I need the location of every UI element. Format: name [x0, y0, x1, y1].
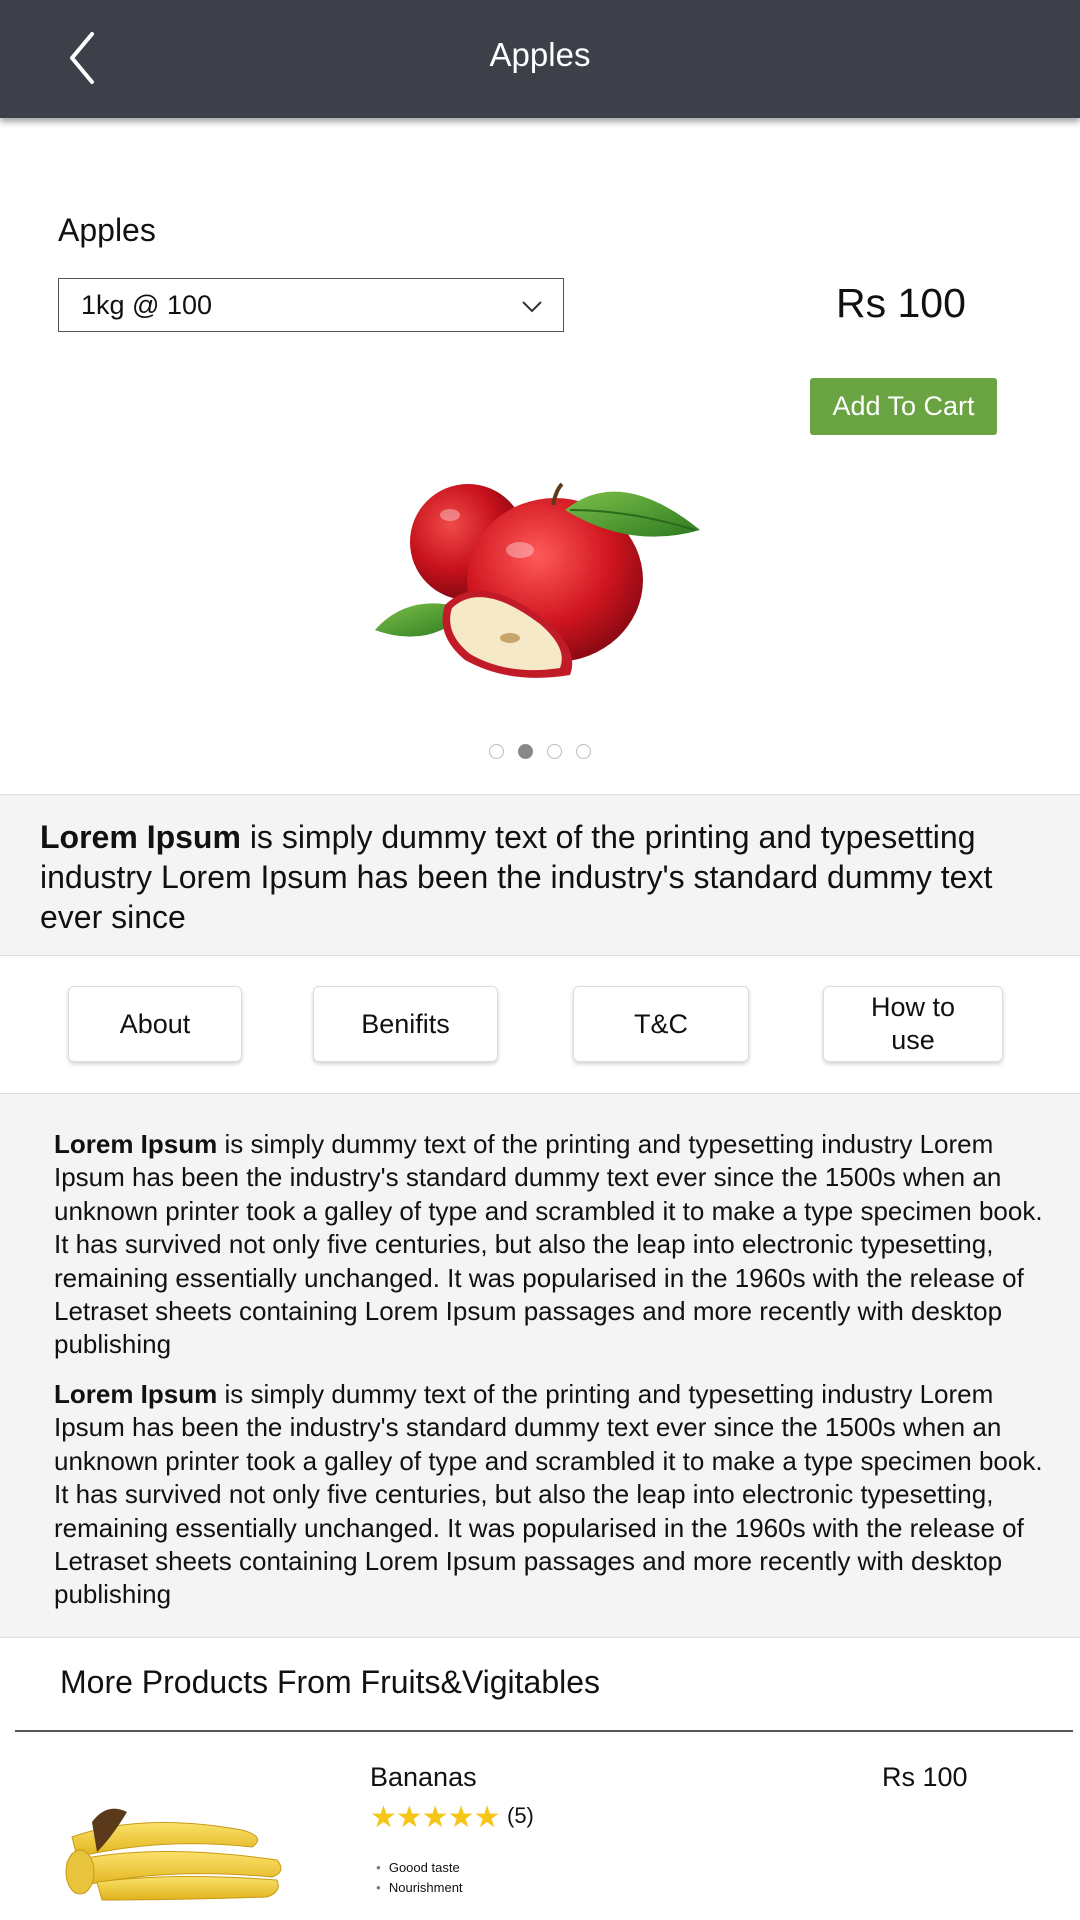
details-paragraph-1: Lorem Ipsum is simply dummy text of the …: [54, 1128, 1064, 1362]
apple-image: [375, 482, 700, 678]
star-rating-icon: ★★★★★: [370, 1801, 500, 1834]
app-header: Apples: [0, 0, 1080, 118]
tab-how-to-use[interactable]: How to use: [823, 986, 1003, 1062]
carousel-indicator: [0, 744, 1080, 764]
details-paragraph-2: Lorem Ipsum is simply dummy text of the …: [54, 1378, 1064, 1612]
add-to-cart-button[interactable]: Add To Cart: [810, 378, 997, 435]
tab-terms[interactable]: T&C: [573, 986, 749, 1062]
rating-count: (5): [507, 1803, 534, 1828]
banana-image[interactable]: [52, 1782, 292, 1902]
product-name: Apples: [58, 212, 156, 248]
divider: [15, 1730, 1073, 1732]
product-summary: Lorem Ipsum is simply dummy text of the …: [0, 794, 1080, 956]
feature-item: Nourishment: [376, 1878, 463, 1898]
details-body-1: is simply dummy text of the printing and…: [54, 1129, 1043, 1360]
quantity-select-value: 1kg @ 100: [81, 290, 212, 320]
tab-about[interactable]: About: [68, 986, 242, 1062]
details-panel: Lorem Ipsum is simply dummy text of the …: [0, 1094, 1080, 1638]
page-title: Apples: [489, 36, 591, 73]
feature-list: Goood taste Nourishment: [376, 1858, 463, 1898]
carousel-dot-2[interactable]: [518, 744, 533, 759]
details-bold-2: Lorem Ipsum: [54, 1379, 218, 1409]
product-price: Rs 100: [882, 1762, 968, 1792]
info-tabs: About Benifits T&C How to use: [0, 956, 1080, 1094]
details-body-2: is simply dummy text of the printing and…: [54, 1379, 1043, 1610]
summary-bold: Lorem Ipsum: [40, 819, 241, 855]
chevron-down-icon: [522, 301, 542, 313]
carousel-dot-3[interactable]: [547, 744, 562, 759]
more-products-title: More Products From Fruits&Vigitables: [60, 1664, 601, 1700]
quantity-select[interactable]: 1kg @ 100: [58, 278, 564, 332]
carousel-dot-4[interactable]: [576, 744, 591, 759]
feature-item: Goood taste: [376, 1858, 463, 1878]
tab-benefits[interactable]: Benifits: [313, 986, 498, 1062]
product-price: Rs 100: [836, 280, 966, 326]
summary-text: Lorem Ipsum is simply dummy text of the …: [40, 817, 1050, 937]
carousel-dot-1[interactable]: [489, 744, 504, 759]
details-bold-1: Lorem Ipsum: [54, 1129, 218, 1159]
product-name[interactable]: Bananas: [370, 1762, 477, 1793]
